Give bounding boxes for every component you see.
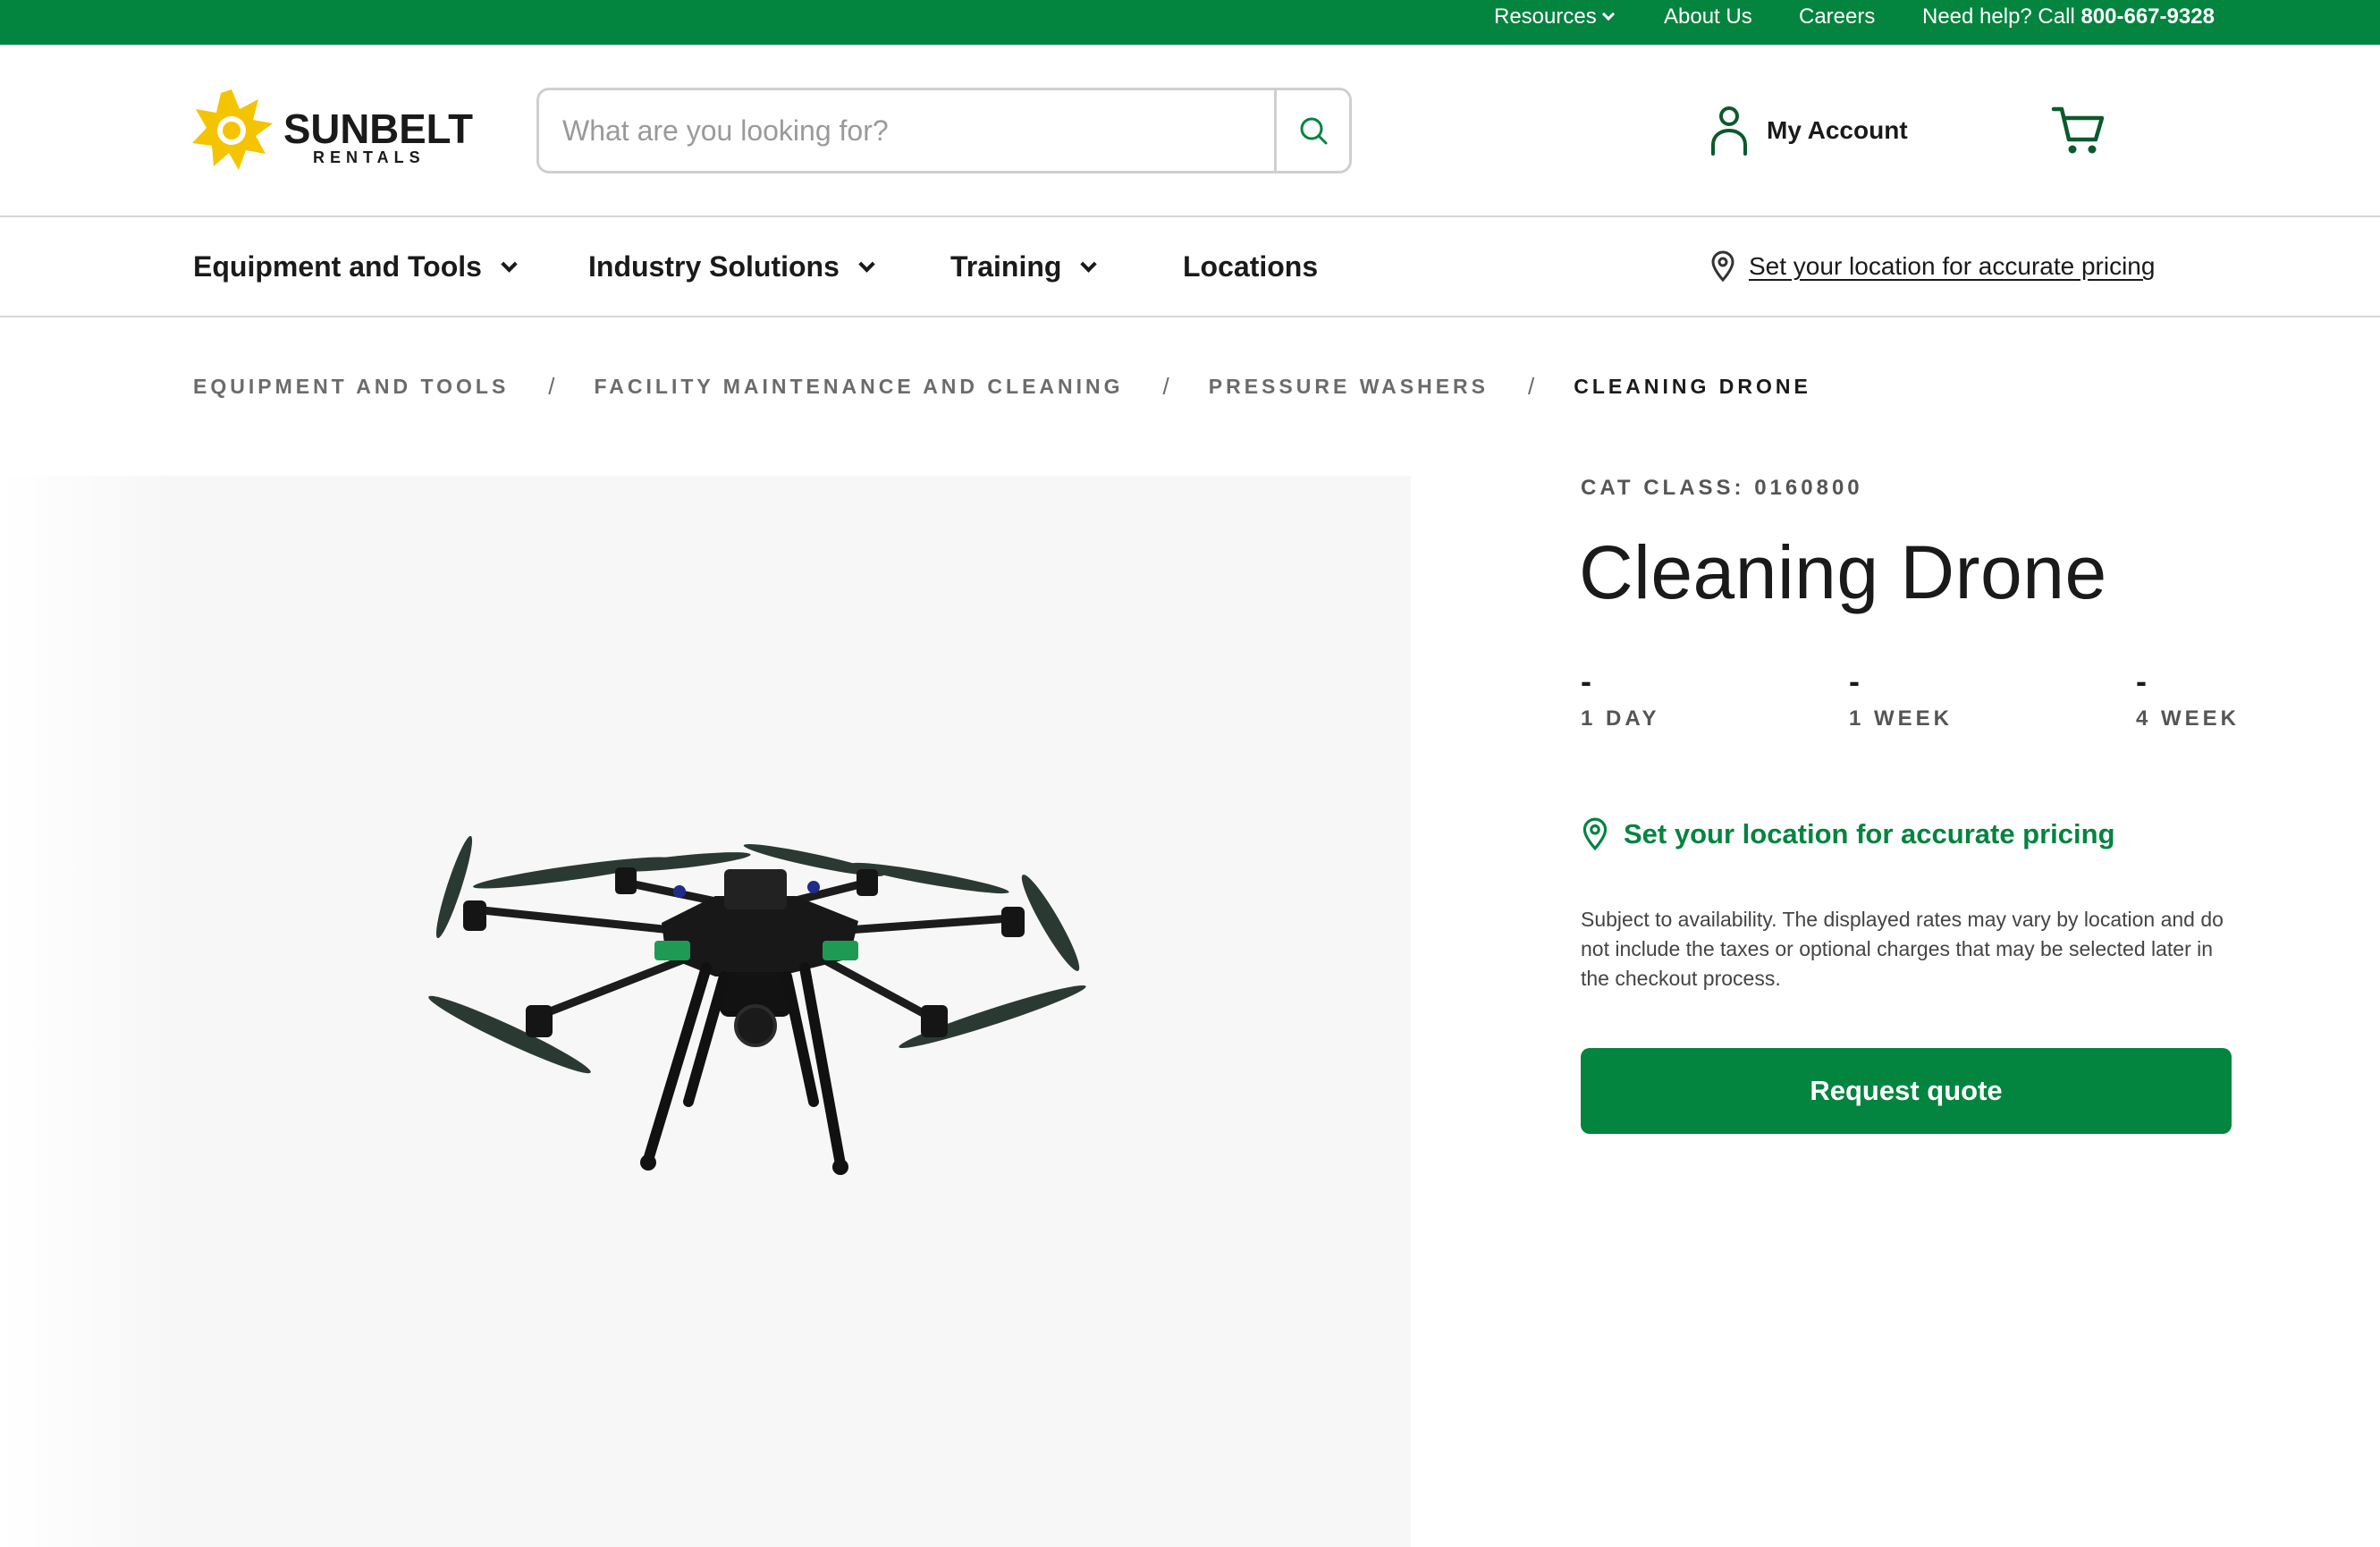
breadcrumb: EQUIPMENT AND TOOLS / FACILITY MAINTENAN…	[193, 368, 1811, 404]
nav-set-location-label: Set your location for accurate pricing	[1749, 252, 2156, 280]
set-location-cta-label: Set your location for accurate pricing	[1624, 818, 2115, 850]
rate-value: -	[1581, 663, 1591, 699]
utility-bar: Resources About Us Careers Need help? Ca…	[0, 0, 2380, 45]
my-account-label: My Account	[1767, 116, 1908, 144]
map-pin-icon	[1711, 250, 1734, 283]
set-location-cta[interactable]: Set your location for accurate pricing	[1581, 812, 2115, 857]
sun-logo-icon: SUNBELT RENTALS	[192, 89, 473, 170]
breadcrumb-facility-maintenance[interactable]: FACILITY MAINTENANCE AND CLEANING	[595, 375, 1124, 399]
help-prefix: Need help? Call	[1922, 4, 2075, 29]
product-image-panel[interactable]	[0, 476, 1411, 1547]
resources-menu[interactable]: Resources	[1494, 0, 1615, 34]
logo-subtext: RENTALS	[313, 148, 426, 166]
breadcrumb-separator: /	[1162, 372, 1169, 400]
rate-value: -	[2136, 663, 2147, 699]
careers-link[interactable]: Careers	[1799, 0, 1875, 34]
rate-1-week: - 1 WEEK	[1849, 664, 1953, 731]
main-nav: Equipment and Tools Industry Solutions T…	[0, 217, 2380, 317]
search-input[interactable]	[539, 90, 1275, 171]
help-phone-number: 800-667-9328	[2080, 4, 2215, 29]
breadcrumb-equipment-and-tools[interactable]: EQUIPMENT AND TOOLS	[193, 375, 509, 399]
chevron-down-icon	[1601, 7, 1615, 21]
rate-value: -	[1849, 663, 1860, 699]
map-pin-icon	[1582, 817, 1608, 851]
about-us-link[interactable]: About Us	[1664, 0, 1752, 34]
rate-label: 4 WEEK	[2136, 706, 2241, 731]
nav-item-label: Industry Solutions	[588, 250, 840, 283]
cart-icon	[2051, 106, 2105, 154]
breadcrumb-pressure-washers[interactable]: PRESSURE WASHERS	[1209, 375, 1489, 399]
product-image-drone	[428, 835, 1086, 1175]
search-box	[536, 88, 1352, 173]
site-header: SUNBELT RENTALS My Account	[0, 45, 2380, 217]
rate-label: 1 DAY	[1581, 706, 1660, 731]
chevron-down-icon	[501, 256, 518, 273]
help-phone-link[interactable]: Need help? Call 800-667-9328	[1922, 0, 2215, 34]
resources-label: Resources	[1494, 4, 1597, 29]
product-title: Cleaning Drone	[1579, 530, 2107, 614]
sunbelt-logo[interactable]: SUNBELT RENTALS	[191, 86, 482, 175]
cat-class: CAT CLASS: 0160800	[1581, 476, 1863, 500]
nav-equipment-and-tools[interactable]: Equipment and Tools	[193, 217, 518, 316]
rate-1-day: - 1 DAY	[1581, 664, 1659, 731]
search-icon	[1300, 117, 1327, 145]
logo-wordmark: SUNBELT	[283, 106, 473, 152]
breadcrumb-separator: /	[548, 372, 555, 400]
chevron-down-icon	[858, 256, 875, 273]
nav-training[interactable]: Training	[950, 217, 1098, 316]
nav-item-label: Training	[950, 250, 1062, 283]
search-button[interactable]	[1274, 90, 1349, 171]
cart-button[interactable]	[2051, 104, 2106, 157]
nav-locations[interactable]: Locations	[1183, 217, 1318, 316]
request-quote-button[interactable]: Request quote	[1581, 1048, 2232, 1134]
nav-set-location-link[interactable]: Set your location for accurate pricing	[1709, 217, 2155, 316]
my-account-link[interactable]: My Account	[1709, 104, 1908, 157]
nav-item-label: Equipment and Tools	[193, 250, 482, 283]
rate-label: 1 WEEK	[1849, 706, 1954, 731]
rate-4-week: - 4 WEEK	[2136, 664, 2240, 731]
breadcrumb-separator: /	[1527, 372, 1535, 400]
chevron-down-icon	[1080, 256, 1098, 273]
user-icon	[1711, 106, 1747, 156]
nav-industry-solutions[interactable]: Industry Solutions	[588, 217, 875, 316]
breadcrumb-current: CLEANING DRONE	[1574, 374, 1811, 398]
pricing-disclaimer: Subject to availability. The displayed r…	[1581, 908, 2224, 990]
